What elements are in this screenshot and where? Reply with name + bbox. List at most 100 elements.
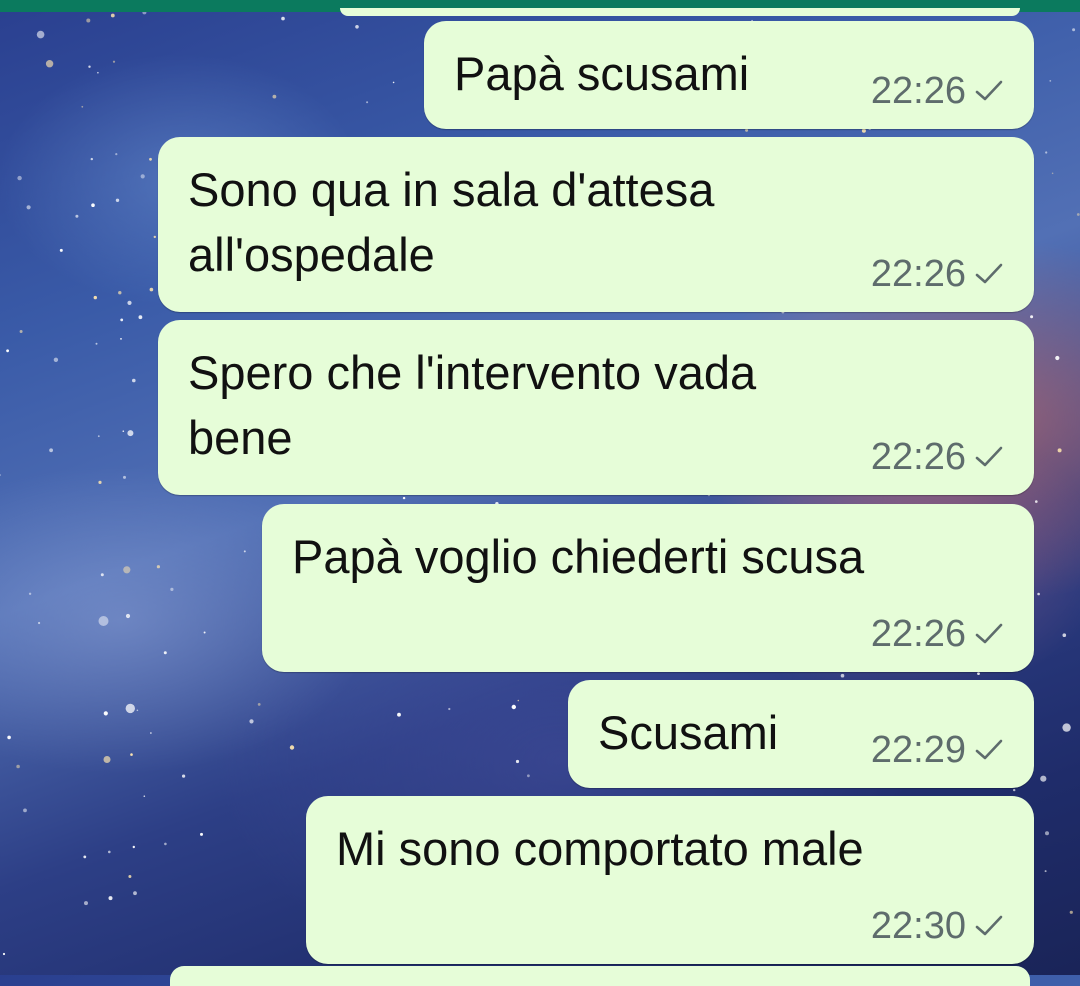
- message-meta: 22:30: [871, 906, 1004, 946]
- wallpaper-star: [281, 16, 285, 21]
- wallpaper-star: [98, 480, 102, 484]
- message-text: Spero che l'intervento vada bene: [188, 340, 756, 470]
- sent-check-icon: [975, 915, 1003, 936]
- wallpaper-star: [16, 764, 20, 769]
- sent-check-icon: [975, 739, 1003, 760]
- wallpaper-star: [200, 832, 203, 836]
- wallpaper-star: [402, 496, 406, 500]
- wallpaper-star: [1030, 315, 1034, 319]
- wallpaper-star: [86, 18, 91, 23]
- wallpaper-star: [84, 901, 88, 906]
- wallpaper-star: [75, 214, 79, 218]
- message-bubble-outgoing[interactable]: Scusami 22:29: [568, 680, 1034, 788]
- message-text-line: bene: [188, 411, 293, 464]
- message-text: Mi sono comportato male: [336, 822, 864, 875]
- wallpaper-star: [49, 448, 53, 453]
- wallpaper-star: [861, 128, 866, 133]
- wallpaper-star: [1076, 213, 1080, 216]
- wallpaper-star: [115, 198, 120, 202]
- message-meta: 22:26: [871, 614, 1004, 654]
- message-bubble-outgoing[interactable]: Sono qua in sala d'attesa all'ospedale 2…: [158, 137, 1034, 312]
- wallpaper-star: [243, 550, 246, 553]
- wallpaper-star: [1055, 355, 1060, 361]
- wallpaper-star: [123, 475, 126, 479]
- wallpaper-star: [1045, 831, 1049, 836]
- wallpaper-star: [448, 707, 451, 711]
- sent-check-icon: [975, 80, 1003, 101]
- message-bubble-outgoing[interactable]: Mi sono comportato male 22:30: [306, 796, 1034, 964]
- wallpaper-star: [133, 891, 137, 896]
- message-time: 22:26: [870, 613, 966, 655]
- wallpaper-star: [110, 13, 115, 18]
- wallpaper-star: [149, 287, 154, 292]
- wallpaper-star: [95, 342, 98, 345]
- wallpaper-star: [1062, 723, 1071, 732]
- wallpaper-star: [97, 71, 99, 74]
- wallpaper-star: [397, 712, 401, 717]
- message-bubble-outgoing[interactable]: Papà scusami 22:26: [424, 21, 1034, 129]
- wallpaper-star: [132, 845, 135, 849]
- wallpaper-star: [517, 699, 520, 702]
- wallpaper-star: [136, 709, 139, 712]
- wallpaper-star: [149, 157, 152, 161]
- wallpaper-star: [1062, 633, 1067, 637]
- previous-message-bubble-edge: [340, 8, 1020, 16]
- wallpaper-star: [1045, 151, 1048, 154]
- wallpaper-star: [1037, 592, 1040, 596]
- message-bubble-outgoing[interactable]: Spero che l'intervento vada bene 22:26: [158, 320, 1034, 495]
- wallpaper-star: [182, 774, 186, 778]
- wallpaper-star: [1072, 28, 1076, 32]
- wallpaper-star: [355, 25, 359, 29]
- wallpaper-star: [164, 842, 167, 846]
- wallpaper-star: [17, 175, 22, 181]
- wallpaper-star: [140, 174, 145, 179]
- wallpaper-star: [53, 357, 59, 362]
- wallpaper-star: [6, 349, 9, 353]
- wallpaper-star: [515, 759, 520, 764]
- wallpaper-star: [88, 65, 91, 68]
- wallpaper-star: [93, 295, 98, 300]
- wallpaper-star: [1040, 775, 1047, 782]
- wallpaper-star: [1057, 448, 1062, 453]
- wallpaper-star: [103, 711, 108, 716]
- message-text-line: Sono qua in sala d'attesa: [188, 163, 715, 216]
- wallpaper-star: [249, 719, 254, 724]
- wallpaper-star: [123, 566, 131, 574]
- wallpaper-star: [122, 430, 125, 433]
- wallpaper-star: [130, 753, 133, 756]
- wallpaper-star: [120, 318, 124, 322]
- wallpaper-star: [170, 587, 174, 592]
- wallpaper-star: [7, 735, 11, 740]
- wallpaper-star: [977, 672, 980, 675]
- message-meta: 22:26: [871, 71, 1004, 111]
- wallpaper-star: [59, 248, 63, 252]
- message-time: 22:30: [870, 905, 966, 947]
- wallpaper-star: [19, 330, 23, 333]
- wallpaper-star: [120, 338, 122, 340]
- wallpaper-star: [132, 378, 136, 383]
- wallpaper-star: [392, 81, 395, 84]
- wallpaper-star: [138, 315, 143, 320]
- message-text: Sono qua in sala d'attesa all'ospedale: [188, 157, 714, 287]
- wallpaper-star: [97, 435, 100, 438]
- wallpaper-star: [272, 94, 277, 99]
- message-text-line: Spero che l'intervento vada: [188, 346, 757, 399]
- message-time: 22:26: [870, 70, 966, 112]
- wallpaper-star: [38, 621, 41, 625]
- wallpaper-star: [366, 101, 369, 104]
- wallpaper-star: [28, 592, 32, 595]
- message-time: 22:29: [870, 729, 966, 771]
- message-text: Papà scusami: [454, 47, 750, 100]
- next-message-bubble-edge: [170, 966, 1030, 986]
- wallpaper-star: [112, 60, 116, 63]
- wallpaper-star: [81, 105, 84, 108]
- wallpaper-star: [840, 673, 845, 678]
- wallpaper-star: [1044, 870, 1047, 873]
- message-meta: 22:26: [871, 437, 1004, 477]
- wallpaper-star: [2, 952, 6, 956]
- message-text: Papà voglio chiederti scusa: [292, 530, 865, 583]
- wallpaper-star: [83, 855, 87, 859]
- message-bubble-outgoing[interactable]: Papà voglio chiederti scusa 22:26: [262, 504, 1034, 672]
- wallpaper-star: [118, 291, 122, 295]
- message-text-line: all'ospedale: [188, 228, 435, 281]
